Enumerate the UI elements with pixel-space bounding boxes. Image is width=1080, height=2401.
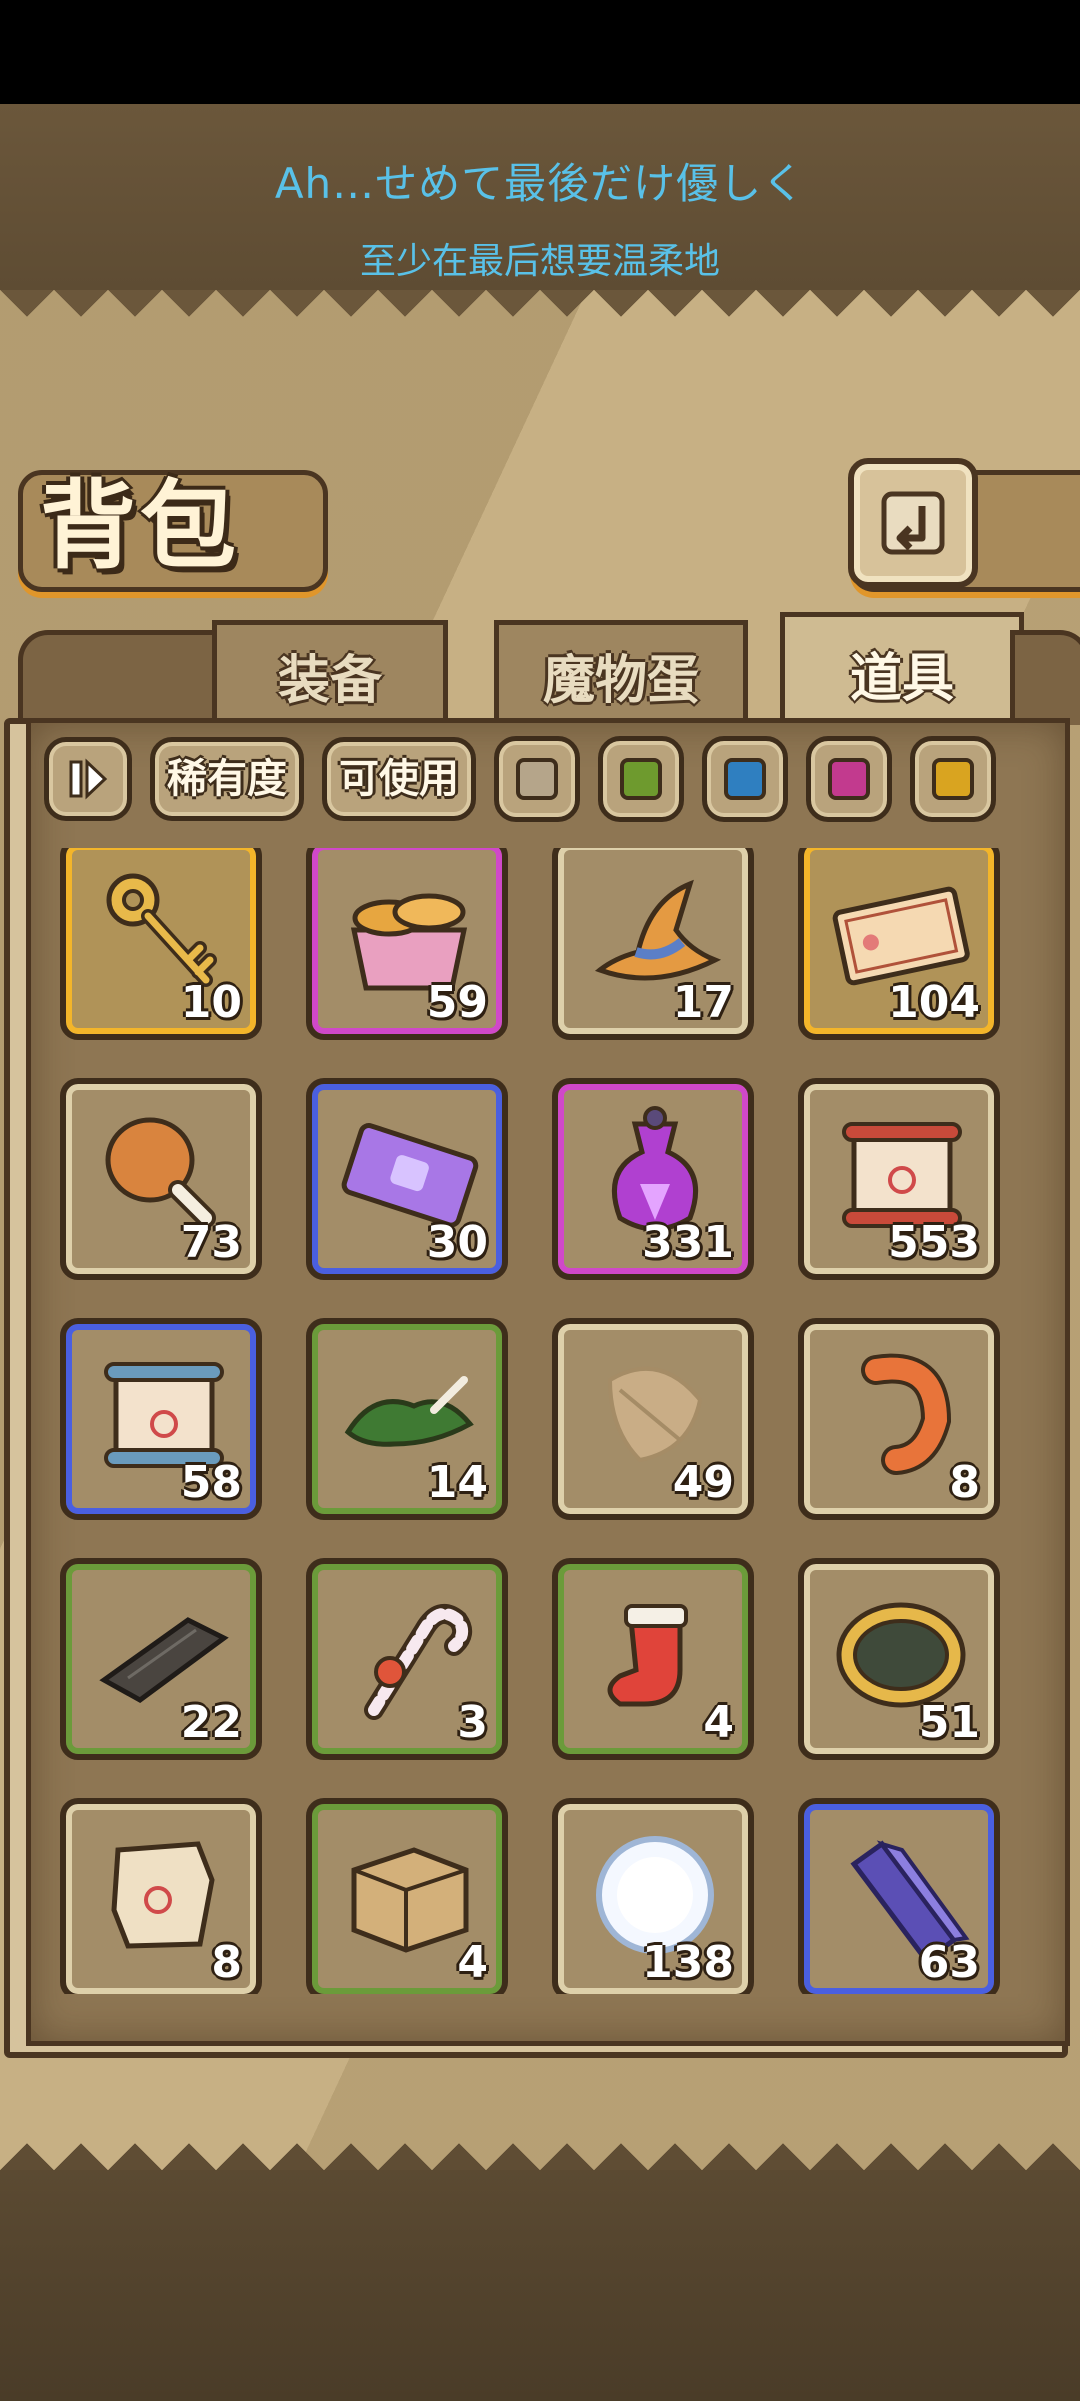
item-count: 73 [180, 1217, 242, 1268]
item-slot[interactable]: 553 [798, 1078, 1000, 1280]
item-slot[interactable]: 3 [306, 1558, 508, 1760]
item-slot[interactable]: 8 [60, 1798, 262, 1994]
item-slot[interactable]: 49 [552, 1318, 754, 1520]
item-count: 8 [949, 1457, 980, 1508]
subtitle-japanese: Ah…せめて最後だけ優しく [274, 159, 806, 208]
item-slot[interactable]: 17 [552, 848, 754, 1040]
item-count: 3 [457, 1697, 488, 1748]
item-slot[interactable]: 51 [798, 1558, 1000, 1760]
rarity-green-swatch [620, 758, 662, 800]
item-count: 14 [426, 1457, 488, 1508]
rarity-gold-swatch [932, 758, 974, 800]
item-slot[interactable]: 63 [798, 1798, 1000, 1994]
rarity-blue-swatch [724, 758, 766, 800]
item-slot[interactable]: 104 [798, 848, 1000, 1040]
subtitle-chinese: 至少在最后想要温柔地 [359, 241, 720, 282]
item-grid-viewport[interactable]: 10 59 17 104 73 30 331 553 58 14 49 8 22 3 4 51 8 4 138 63 [60, 848, 1020, 1994]
item-slot[interactable]: 10 [60, 848, 262, 1040]
back-button[interactable] [848, 458, 978, 588]
torn-edge-bottom [0, 2090, 1080, 2170]
tab-monster-eggs[interactable]: 魔物蛋 [494, 620, 748, 725]
item-slot[interactable]: 73 [60, 1078, 262, 1280]
item-count: 104 [888, 977, 980, 1028]
tab-equipment[interactable]: 装备 [212, 620, 448, 725]
rarity-blue-filter[interactable] [702, 736, 788, 822]
return-arrow-icon [881, 491, 945, 555]
item-count: 63 [918, 1937, 980, 1988]
item-count: 4 [457, 1937, 488, 1988]
item-slot[interactable]: 331 [552, 1078, 754, 1280]
item-grid: 10 59 17 104 73 30 331 553 58 14 49 8 22 3 4 51 8 4 138 63 [60, 848, 1020, 1994]
item-count: 30 [426, 1217, 488, 1268]
tab-label: 道具 [849, 648, 954, 709]
item-slot[interactable]: 8 [798, 1318, 1000, 1520]
rarity-gray-swatch [516, 758, 558, 800]
item-slot[interactable]: 58 [60, 1318, 262, 1520]
rarity-gold-filter[interactable] [910, 736, 996, 822]
filter-bar: 稀有度 可使用 [44, 736, 1004, 822]
item-count: 4 [703, 1697, 734, 1748]
item-slot[interactable]: 4 [306, 1798, 508, 1994]
tab-strip-right [1010, 630, 1080, 725]
item-count: 51 [918, 1697, 980, 1748]
rarity-green-filter[interactable] [598, 736, 684, 822]
item-slot[interactable]: 4 [552, 1558, 754, 1760]
rarity-gray-filter[interactable] [494, 736, 580, 822]
item-count: 17 [672, 977, 734, 1028]
item-count: 138 [642, 1937, 734, 1988]
tab-items[interactable]: 道具 [780, 612, 1024, 729]
sort-toggle-icon [69, 758, 108, 800]
item-slot[interactable]: 138 [552, 1798, 754, 1994]
page-title: 背包 [40, 469, 240, 582]
tab-label: 魔物蛋 [542, 650, 699, 711]
rarity-purple-swatch [828, 758, 870, 800]
item-slot[interactable]: 14 [306, 1318, 508, 1520]
usable-filter-button[interactable]: 可使用 [322, 737, 476, 821]
item-slot[interactable]: 59 [306, 848, 508, 1040]
item-slot[interactable]: 30 [306, 1078, 508, 1280]
item-count: 331 [642, 1217, 734, 1268]
item-count: 8 [211, 1937, 242, 1988]
item-count: 59 [426, 977, 488, 1028]
torn-edge-top [0, 290, 1080, 360]
item-count: 553 [888, 1217, 980, 1268]
item-count: 49 [672, 1457, 734, 1508]
bottom-backdrop [0, 2170, 1080, 2401]
sort-toggle-button[interactable] [44, 737, 132, 821]
tab-label: 装备 [277, 650, 382, 711]
item-count: 22 [180, 1697, 242, 1748]
item-count: 58 [180, 1457, 242, 1508]
item-slot[interactable]: 22 [60, 1558, 262, 1760]
item-count: 10 [180, 977, 242, 1028]
rarity-filter-button[interactable]: 稀有度 [150, 737, 304, 821]
status-bar [0, 0, 1080, 104]
rarity-purple-filter[interactable] [806, 736, 892, 822]
